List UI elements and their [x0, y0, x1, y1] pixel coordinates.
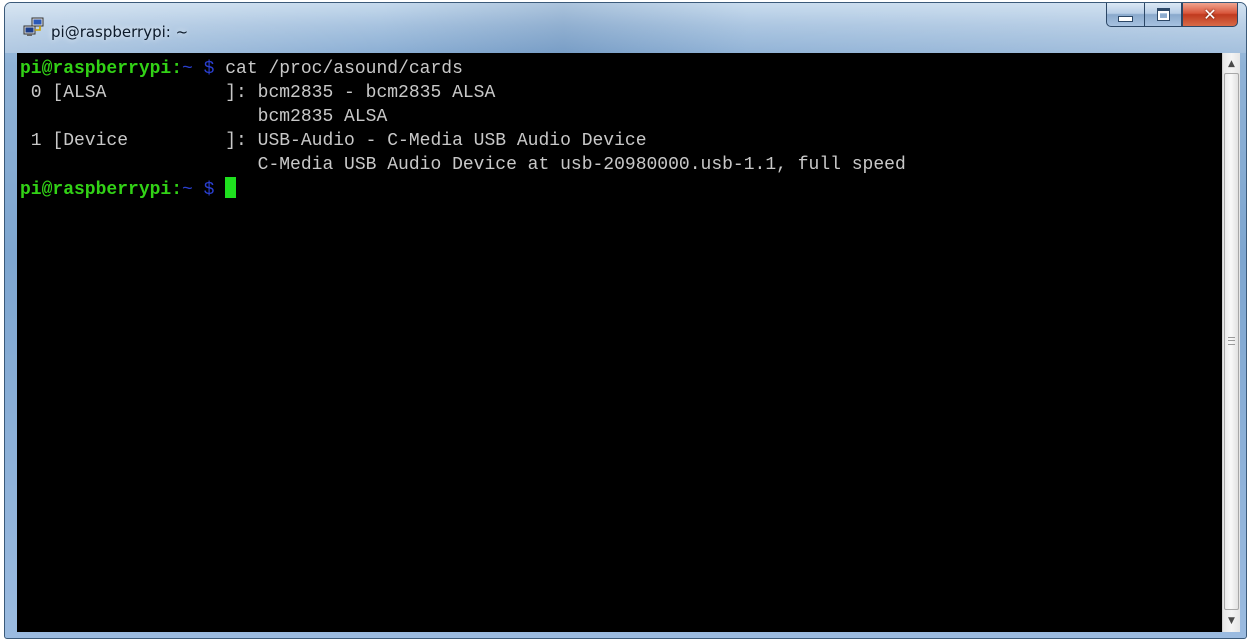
output-line: C-Media USB Audio Device at usb-20980000…	[20, 155, 906, 175]
scroll-thumb[interactable]	[1224, 73, 1239, 610]
command-text: cat /proc/asound/cards	[225, 59, 463, 79]
scroll-up-arrow[interactable]: ▲	[1223, 55, 1240, 73]
terminal-output: pi@raspberrypi:~ $ cat /proc/asound/card…	[20, 57, 906, 201]
maximize-icon	[1156, 8, 1170, 21]
prompt-line: pi@raspberrypi:~ $	[20, 177, 906, 201]
close-button[interactable]: ✕	[1182, 3, 1238, 27]
terminal-cursor	[225, 177, 237, 198]
output-line: 1 [Device ]: USB-Audio - C-Media USB Aud…	[20, 131, 647, 151]
vertical-scrollbar[interactable]: ▲ ▼	[1222, 53, 1240, 632]
caption-buttons: ✕	[1106, 3, 1238, 27]
command-line: pi@raspberrypi:~ $ cat /proc/asound/card…	[20, 57, 906, 81]
prompt-user-host: pi@raspberrypi:	[20, 180, 183, 200]
maximize-button[interactable]	[1144, 3, 1182, 27]
close-icon: ✕	[1203, 4, 1217, 24]
minimize-icon	[1118, 15, 1133, 22]
output-line: 0 [ALSA ]: bcm2835 - bcm2835 ALSA	[20, 83, 496, 103]
scroll-down-arrow[interactable]: ▼	[1223, 612, 1240, 630]
prompt-path: ~ $	[182, 59, 215, 79]
putty-window: pi@raspberrypi: ~ ✕ pi@raspberrypi:~ $ c…	[4, 2, 1247, 639]
output-line: bcm2835 ALSA	[20, 107, 388, 127]
putty-network-icon[interactable]	[23, 17, 45, 37]
terminal-area[interactable]: pi@raspberrypi:~ $ cat /proc/asound/card…	[17, 53, 1222, 632]
title-bar[interactable]: pi@raspberrypi: ~ ✕	[5, 3, 1246, 53]
prompt-user-host: pi@raspberrypi:	[20, 59, 183, 79]
prompt-path: ~ $	[182, 180, 215, 200]
minimize-button[interactable]	[1106, 3, 1144, 27]
scroll-grip-icon	[1228, 337, 1235, 345]
window-bottom-border[interactable]	[5, 632, 1246, 638]
window-title: pi@raspberrypi: ~	[51, 23, 189, 41]
